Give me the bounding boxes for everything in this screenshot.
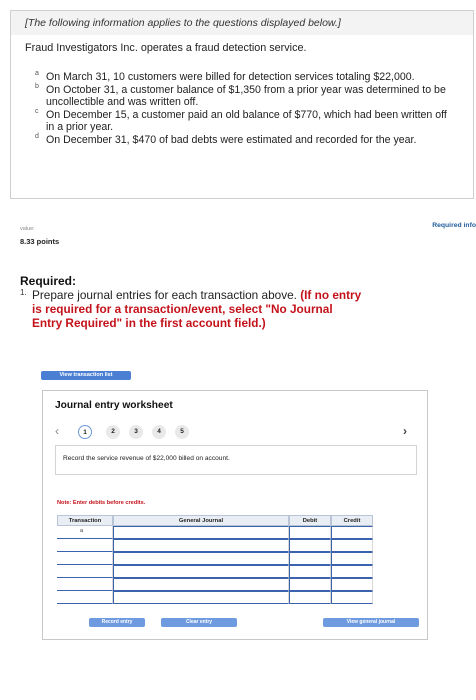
instruction-text: Record the service revenue of $22,000 bi… [63, 455, 230, 462]
information-panel: [The following information applies to th… [10, 10, 474, 199]
chevron-right-icon[interactable]: › [403, 424, 407, 438]
account-field[interactable] [113, 565, 289, 578]
company-description: Fraud Investigators Inc. operates a frau… [25, 42, 307, 54]
account-field[interactable] [113, 591, 289, 604]
column-header-credit: Credit [331, 515, 373, 526]
column-header-general-journal: General Journal [113, 515, 289, 526]
table-row [57, 591, 415, 604]
transaction-item-b: b On October 31, a customer balance of $1… [35, 82, 455, 109]
transaction-cell [57, 578, 113, 591]
record-entry-button[interactable]: Record entry [89, 618, 145, 627]
debit-field[interactable] [289, 539, 331, 552]
journal-entry-worksheet: Journal entry worksheet ‹ 1 2 3 4 5 › Re… [42, 390, 428, 640]
required-heading: Required: [20, 274, 77, 288]
transaction-cell [57, 565, 113, 578]
transaction-text: On March 31, 10 customers were billed fo… [46, 71, 415, 83]
debit-field[interactable] [289, 552, 331, 565]
view-general-journal-button[interactable]: View general journal [323, 618, 419, 627]
transaction-cell [57, 552, 113, 565]
debit-field[interactable] [289, 565, 331, 578]
table-row [57, 578, 415, 591]
column-header-transaction: Transaction [57, 515, 113, 526]
view-transaction-list-button[interactable]: View transaction list [41, 371, 131, 380]
transaction-cell [57, 591, 113, 604]
table-row [57, 552, 415, 565]
question-prompt: Prepare journal entries for each transac… [32, 288, 301, 302]
column-header-debit: Debit [289, 515, 331, 526]
transaction-cell [57, 539, 113, 552]
debit-credit-note: Note: Enter debits before credits. [57, 500, 146, 506]
transaction-text: On December 31, $470 of bad debts were e… [46, 133, 417, 146]
debit-field[interactable] [289, 526, 331, 539]
table-row [57, 539, 415, 552]
list-marker: a [35, 70, 39, 77]
question-text: Prepare journal entries for each transac… [32, 288, 362, 330]
debit-field[interactable] [289, 578, 331, 591]
transaction-item-d: d On December 31, $470 of bad debts were … [35, 132, 455, 147]
credit-field[interactable] [331, 539, 373, 552]
credit-field[interactable] [331, 565, 373, 578]
credit-field[interactable] [331, 578, 373, 591]
credit-field[interactable] [331, 591, 373, 604]
transaction-cell: a [57, 526, 113, 539]
table-row: a [57, 526, 415, 539]
step-5[interactable]: 5 [175, 425, 189, 439]
row-transaction-label: a [80, 528, 84, 534]
credit-field[interactable] [331, 526, 373, 539]
account-field[interactable] [113, 578, 289, 591]
transaction-text: On October 31, a customer balance of $1,… [46, 83, 446, 109]
value-label: value: [20, 226, 35, 232]
step-3[interactable]: 3 [129, 425, 143, 439]
transaction-text: On December 15, a customer paid an old b… [46, 108, 447, 134]
transaction-item-a: a On March 31, 10 customers were billed f… [35, 70, 455, 84]
account-field[interactable] [113, 552, 289, 565]
transaction-list: a On March 31, 10 customers were billed f… [35, 70, 455, 147]
list-marker: b [35, 82, 39, 90]
list-marker: c [35, 107, 39, 115]
table-row [57, 565, 415, 578]
account-field[interactable] [113, 539, 289, 552]
account-field[interactable] [113, 526, 289, 539]
step-4[interactable]: 4 [152, 425, 166, 439]
transaction-item-c: c On December 15, a customer paid an old … [35, 107, 455, 134]
points-value: 8.33 points [20, 237, 60, 246]
information-header: [The following information applies to th… [11, 11, 473, 35]
list-marker: d [35, 132, 39, 140]
debit-field[interactable] [289, 591, 331, 604]
chevron-left-icon[interactable]: ‹ [55, 424, 59, 438]
credit-field[interactable] [331, 552, 373, 565]
step-2[interactable]: 2 [106, 425, 120, 439]
instruction-box: Record the service revenue of $22,000 bi… [55, 445, 417, 475]
worksheet-title: Journal entry worksheet [55, 400, 173, 411]
question-number: 1. [20, 288, 27, 297]
step-1[interactable]: 1 [78, 425, 92, 439]
clear-entry-button[interactable]: Clear entry [161, 618, 237, 627]
required-info-link[interactable]: Required info [432, 222, 476, 229]
